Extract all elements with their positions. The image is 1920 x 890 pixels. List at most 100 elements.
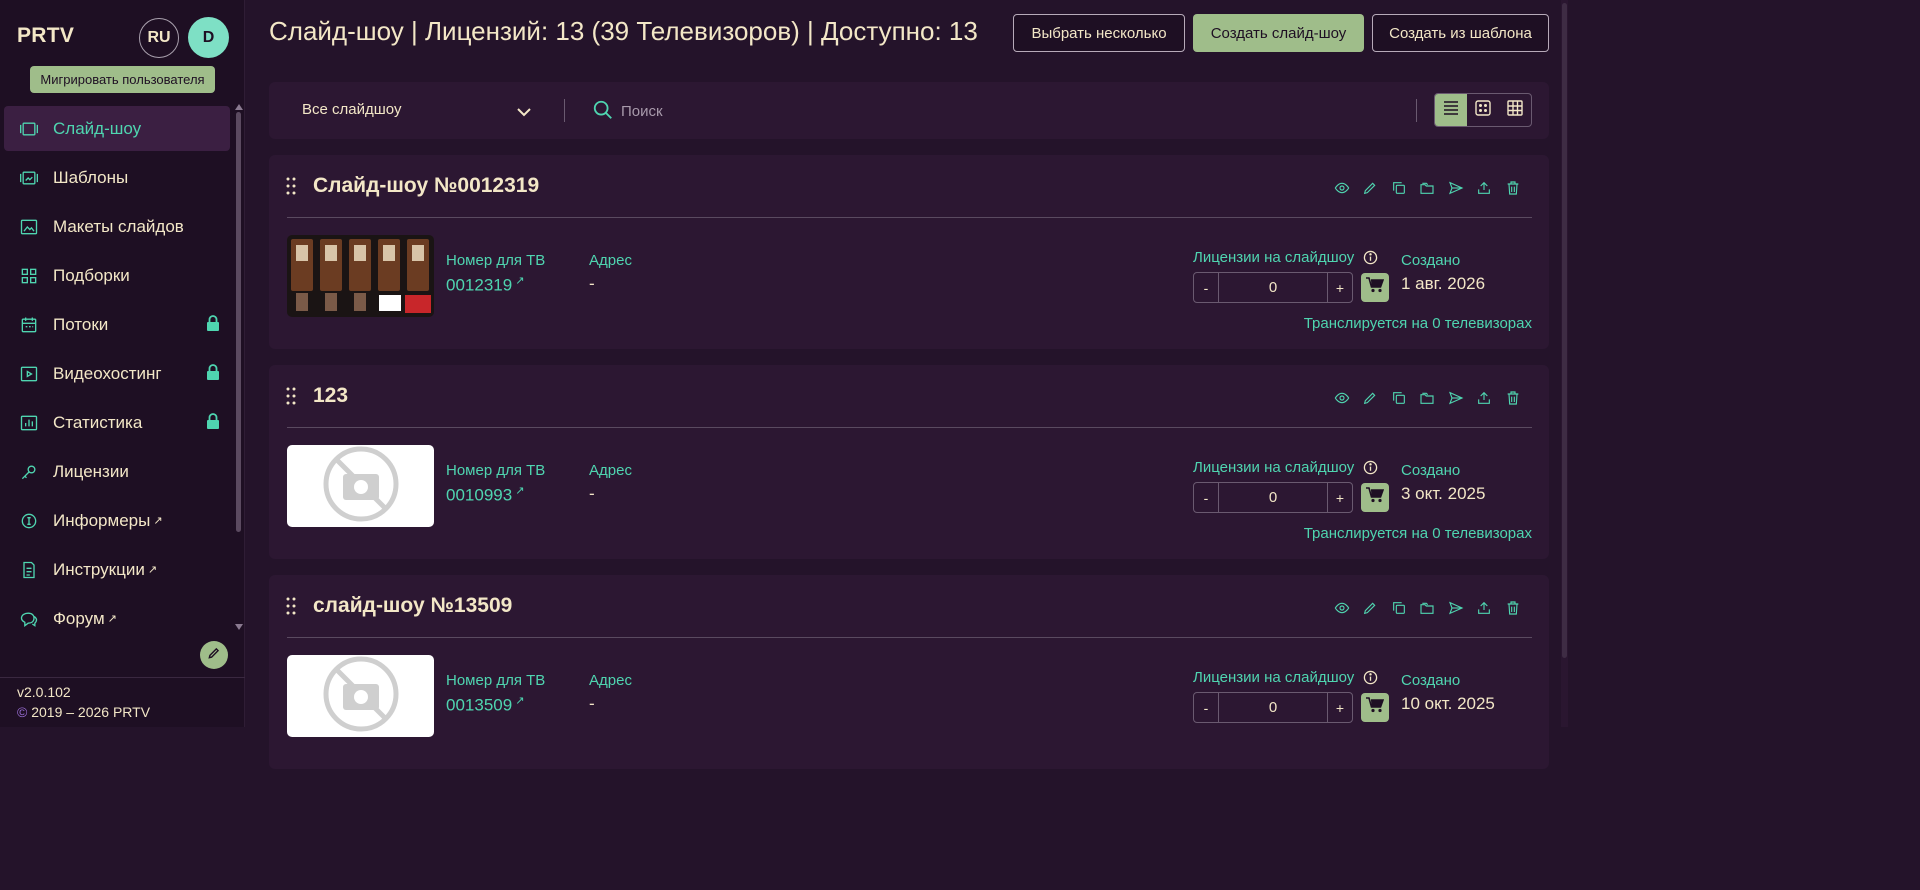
calendar-icon xyxy=(18,314,40,336)
trash-icon[interactable] xyxy=(1499,598,1528,618)
search-input[interactable] xyxy=(621,100,921,122)
trash-icon[interactable] xyxy=(1499,388,1528,408)
folder-icon[interactable] xyxy=(1413,598,1442,618)
external-link-icon: ↗ xyxy=(515,275,525,287)
brand-logo[interactable]: PRTV xyxy=(17,24,74,48)
filter-bar: Все слайдшоу xyxy=(269,82,1549,139)
divider xyxy=(287,427,1532,428)
increment-button[interactable]: + xyxy=(1328,273,1352,302)
language-button[interactable]: RU xyxy=(139,18,179,58)
sidebar-item-statistics[interactable]: Статистика xyxy=(4,400,230,445)
video-icon xyxy=(18,363,40,385)
tv-number-link[interactable]: 0010993 ↗ xyxy=(446,484,524,506)
create-from-template-button[interactable]: Создать из шаблона xyxy=(1372,14,1549,52)
scroll-down-arrow[interactable] xyxy=(235,624,243,630)
eye-icon[interactable] xyxy=(1328,178,1357,198)
slideshow-title[interactable]: Слайд-шоу №0012319 xyxy=(313,174,539,198)
avatar[interactable]: D xyxy=(188,17,229,58)
sidebar-item-collections[interactable]: Подборки xyxy=(4,253,230,298)
cart-button[interactable] xyxy=(1361,483,1389,512)
templates-icon xyxy=(18,167,40,189)
sidebar-scrollbar[interactable] xyxy=(236,112,241,532)
folder-icon[interactable] xyxy=(1413,388,1442,408)
send-icon[interactable] xyxy=(1442,598,1471,618)
address-value: - xyxy=(589,694,595,713)
folder-icon[interactable] xyxy=(1413,178,1442,198)
divider xyxy=(287,637,1532,638)
tv-number-link[interactable]: 0012319 ↗ xyxy=(446,274,524,296)
decrement-button[interactable]: - xyxy=(1194,693,1218,722)
sidebar-item-video-hosting[interactable]: Видеохостинг xyxy=(4,351,230,396)
created-value: 10 окт. 2025 xyxy=(1401,694,1495,713)
card-actions xyxy=(1328,178,1528,198)
sidebar-item-templates[interactable]: Шаблоны xyxy=(4,155,230,200)
copy-icon[interactable] xyxy=(1385,178,1414,198)
upload-icon[interactable] xyxy=(1470,178,1499,198)
info-circle-icon[interactable] xyxy=(1363,250,1378,270)
sidebar-item-streams[interactable]: Потоки xyxy=(4,302,230,347)
info-circle-icon[interactable] xyxy=(1363,670,1378,690)
sidebar-item-informers[interactable]: Информеры ↗ xyxy=(4,498,230,543)
trash-icon[interactable] xyxy=(1499,178,1528,198)
grid-view-button[interactable] xyxy=(1499,94,1531,126)
list-icon xyxy=(1443,100,1459,120)
sidebar-item-slide-layouts[interactable]: Макеты слайдов xyxy=(4,204,230,249)
license-stepper: - 0 + xyxy=(1193,692,1353,723)
send-icon[interactable] xyxy=(1442,388,1471,408)
upload-icon[interactable] xyxy=(1470,388,1499,408)
compact-view-button[interactable] xyxy=(1467,94,1499,126)
decrement-button[interactable]: - xyxy=(1194,273,1218,302)
divider xyxy=(1416,99,1417,122)
license-count[interactable]: 0 xyxy=(1218,483,1328,512)
copyright-symbol: © xyxy=(17,704,28,720)
sidebar-item-label: Форум xyxy=(53,608,105,628)
drag-handle-icon[interactable] xyxy=(286,387,296,410)
pencil-icon[interactable] xyxy=(1356,388,1385,408)
upload-icon[interactable] xyxy=(1470,598,1499,618)
create-slideshow-button[interactable]: Создать слайд-шоу xyxy=(1193,14,1364,52)
send-icon[interactable] xyxy=(1442,178,1471,198)
sidebar-item-slideshow[interactable]: Слайд-шоу xyxy=(4,106,230,151)
select-multiple-button[interactable]: Выбрать несколько xyxy=(1013,14,1185,52)
sidebar-item-licenses[interactable]: Лицензии xyxy=(4,449,230,494)
drag-handle-icon[interactable] xyxy=(286,597,296,620)
decrement-button[interactable]: - xyxy=(1194,483,1218,512)
sidebar-item-label: Подборки xyxy=(53,265,130,285)
cart-button[interactable] xyxy=(1361,693,1389,722)
pencil-icon[interactable] xyxy=(1356,598,1385,618)
main-scrollbar[interactable] xyxy=(1561,0,1568,727)
card-actions xyxy=(1328,388,1528,408)
slideshow-title[interactable]: слайд-шоу №13509 xyxy=(313,594,512,618)
edit-button[interactable] xyxy=(200,641,228,669)
chart-icon xyxy=(18,412,40,434)
chevron-down-icon[interactable] xyxy=(517,104,531,122)
sidebar-item-instructions[interactable]: Инструкции ↗ xyxy=(4,547,230,592)
tv-number-value: 0012319 xyxy=(446,275,513,295)
info-circle-icon[interactable] xyxy=(1363,460,1378,480)
broadcast-status: Транслируется на 0 телевизорах xyxy=(1303,525,1532,542)
pencil-icon[interactable] xyxy=(1356,178,1385,198)
eye-icon[interactable] xyxy=(1328,388,1357,408)
increment-button[interactable]: + xyxy=(1328,693,1352,722)
drag-handle-icon[interactable] xyxy=(286,177,296,200)
slideshow-filter-select[interactable]: Все слайдшоу xyxy=(302,101,401,118)
main-scrollbar-thumb[interactable] xyxy=(1562,3,1567,658)
scroll-up-arrow[interactable] xyxy=(235,104,243,110)
copy-icon[interactable] xyxy=(1385,388,1414,408)
slideshow-title[interactable]: 123 xyxy=(313,384,348,408)
license-count[interactable]: 0 xyxy=(1218,693,1328,722)
list-view-button[interactable] xyxy=(1435,94,1467,126)
increment-button[interactable]: + xyxy=(1328,483,1352,512)
eye-icon[interactable] xyxy=(1328,598,1357,618)
slideshow-thumbnail[interactable] xyxy=(287,655,434,737)
info-icon xyxy=(18,510,40,532)
migrate-user-button[interactable]: Мигрировать пользователя xyxy=(30,66,215,93)
tv-number-link[interactable]: 0013509 ↗ xyxy=(446,694,524,716)
slideshow-thumbnail[interactable] xyxy=(287,235,434,317)
lock-icon xyxy=(206,315,220,336)
license-count[interactable]: 0 xyxy=(1218,273,1328,302)
cart-button[interactable] xyxy=(1361,273,1389,302)
copy-icon[interactable] xyxy=(1385,598,1414,618)
slideshow-thumbnail[interactable] xyxy=(287,445,434,527)
sidebar-item-forum[interactable]: Форум ↗ xyxy=(4,596,230,641)
